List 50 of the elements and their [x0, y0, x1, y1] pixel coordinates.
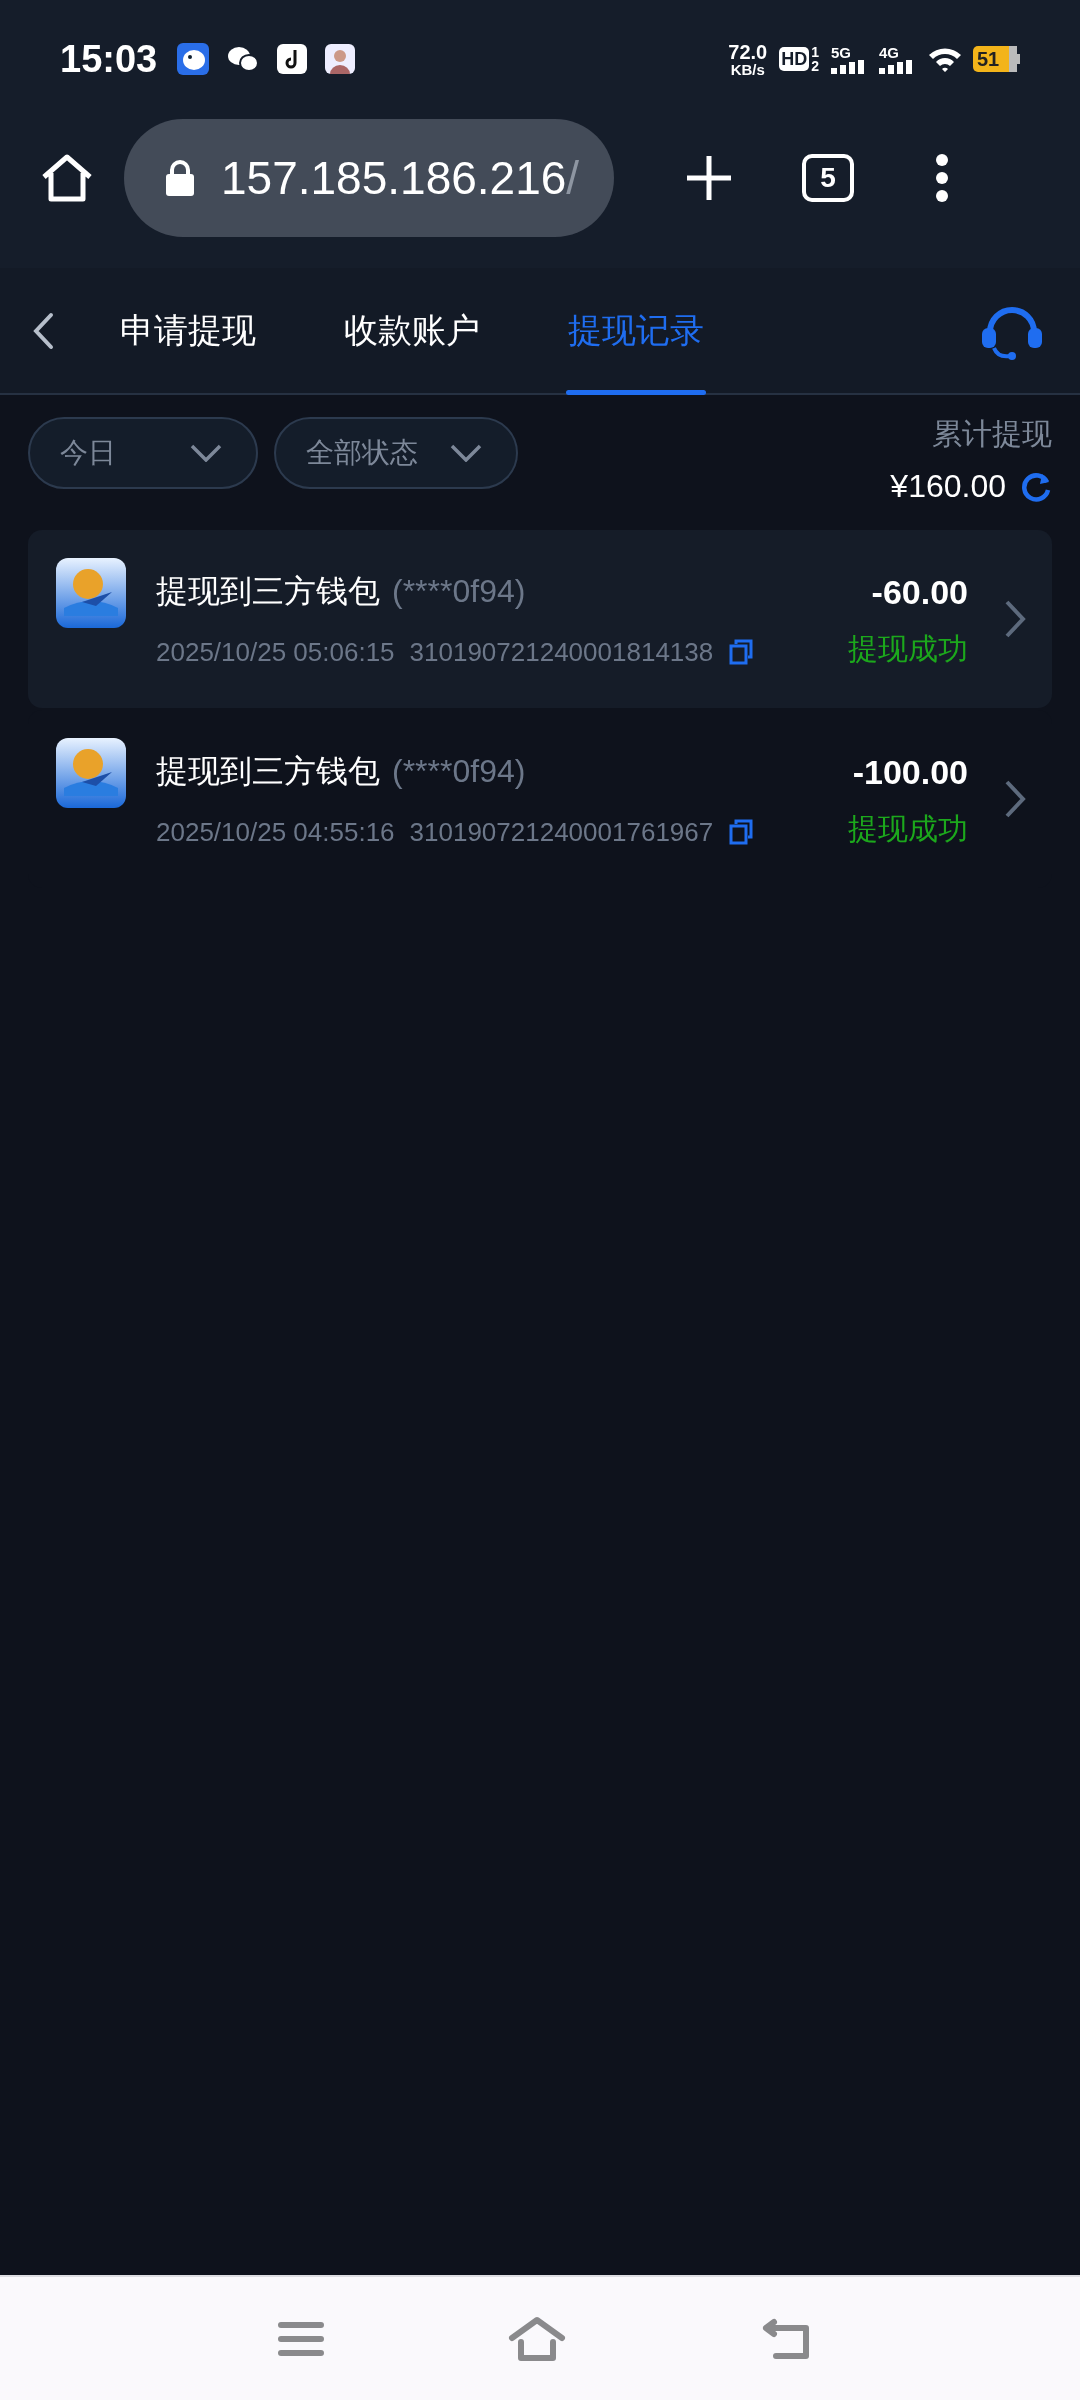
sim-index: 2 [811, 59, 819, 73]
copy-icon[interactable] [729, 639, 754, 665]
avatar-icon [325, 44, 356, 74]
chevron-right-icon [1004, 599, 1026, 639]
record-title: 提现到三方钱包 [156, 751, 380, 791]
tab-count-button[interactable]: 5 [802, 154, 854, 202]
chevron-down-icon [190, 444, 222, 462]
network-type: 5G [831, 44, 851, 60]
network-type: 4G [879, 44, 899, 60]
order-number: 310190721240001814138 [409, 635, 714, 669]
chat-bubbles-icon [227, 45, 260, 73]
tab[interactable]: 收款账户 [342, 268, 482, 393]
sim-index: 1 [811, 45, 819, 59]
battery-level: 51 [973, 46, 1017, 72]
record-row[interactable]: 提现到三方钱包 (****0f94) 2025/10/25 05:06:15 310190721240001814138 -60.00 提现成功 [28, 530, 1052, 708]
total-amount: ¥160.00 [890, 467, 1006, 506]
url-text: 157.185.186.216/ [221, 150, 580, 206]
amount: -60.00 [871, 572, 968, 613]
speed-unit: KB/s [730, 61, 765, 77]
filter-dropdown[interactable]: 今日 [28, 417, 258, 489]
more-icon[interactable] [934, 153, 950, 203]
clock: 15:03 [60, 36, 158, 82]
total-label: 累计提现 [932, 416, 1052, 452]
chevron-down-icon [450, 444, 482, 462]
record-title: 提现到三方钱包 [156, 571, 380, 611]
status-text: 提现成功 [848, 631, 968, 667]
refresh-icon[interactable] [1020, 470, 1052, 502]
copy-icon[interactable] [729, 819, 754, 845]
signal-icon [831, 59, 865, 74]
account-number: (****0f94) [392, 571, 526, 611]
network-speed: 72.0 [728, 41, 768, 62]
wallet-app-icon [56, 558, 126, 628]
tab[interactable]: 申请提现 [118, 268, 258, 393]
record-time: 2025/10/25 05:06:15 [156, 635, 395, 669]
filter-dropdown[interactable]: 全部状态 [274, 417, 518, 489]
chevron-right-icon [1004, 779, 1026, 819]
account-number: (****0f94) [392, 751, 526, 791]
plus-icon[interactable] [684, 153, 734, 203]
chat-bird-icon [177, 43, 210, 75]
status-text: 提现成功 [848, 811, 968, 847]
address-bar[interactable]: 157.185.186.216/ [124, 119, 614, 237]
lock-icon [164, 159, 196, 197]
record-time: 2025/10/25 04:55:16 [156, 815, 395, 849]
music-note-icon [277, 44, 308, 74]
wallet-app-icon [56, 738, 126, 808]
signal-icon [879, 59, 913, 74]
tab[interactable]: 提现记录 [566, 268, 706, 393]
order-number: 310190721240001761967 [409, 815, 714, 849]
amount: -100.00 [852, 752, 968, 793]
hd-badge: HD [779, 47, 810, 71]
